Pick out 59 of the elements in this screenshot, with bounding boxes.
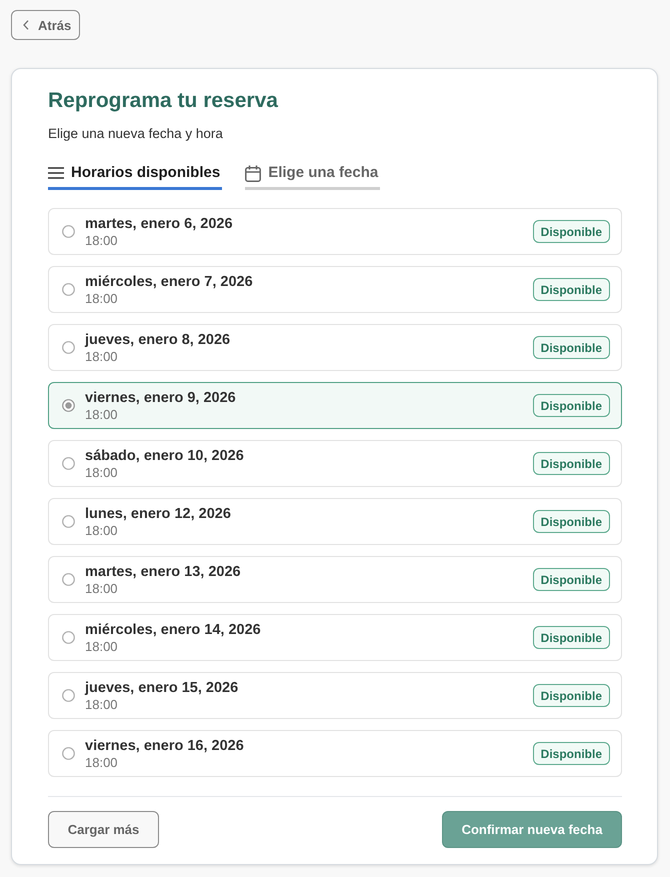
availability-badge: Disponible <box>532 394 610 417</box>
page-title: Reprograma tu reserva <box>48 88 278 113</box>
slot-time: 18:00 <box>85 232 118 248</box>
slot-time: 18:00 <box>85 580 118 596</box>
time-slot-option[interactable]: viernes, enero 16, 2026 18:00 Disponible <box>48 730 622 777</box>
slot-date: miércoles, enero 7, 2026 <box>85 274 253 290</box>
time-slot-option[interactable]: miércoles, enero 7, 2026 18:00 Disponible <box>48 266 622 313</box>
back-button[interactable]: Atrás <box>11 10 80 40</box>
slot-time: 18:00 <box>85 522 118 538</box>
slot-date: viernes, enero 9, 2026 <box>85 390 236 406</box>
slot-time: 18:00 <box>85 290 118 306</box>
tab[interactable]: Horarios disponibles <box>48 163 222 190</box>
availability-badge: Disponible <box>532 452 610 475</box>
subtitle-text: Elige una nueva fecha y hora <box>48 125 223 142</box>
radio-button[interactable] <box>62 225 75 238</box>
slot-time: 18:00 <box>85 754 118 770</box>
radio-button[interactable] <box>62 283 75 296</box>
radio-button[interactable] <box>62 515 75 528</box>
slot-date: jueves, enero 8, 2026 <box>85 332 230 348</box>
slot-date: martes, enero 13, 2026 <box>85 564 241 580</box>
calendar-icon <box>245 164 262 182</box>
time-slot-option[interactable]: jueves, enero 8, 2026 18:00 Disponible <box>48 324 622 371</box>
radio-button[interactable] <box>62 341 75 354</box>
time-slot-option[interactable]: lunes, enero 12, 2026 18:00 Disponible <box>48 498 622 545</box>
slot-time: 18:00 <box>85 348 118 364</box>
radio-button[interactable] <box>62 457 75 470</box>
slot-date: sábado, enero 10, 2026 <box>85 448 244 464</box>
slot-date: martes, enero 6, 2026 <box>85 216 233 232</box>
slot-time: 18:00 <box>85 464 118 480</box>
radio-button[interactable] <box>62 399 75 412</box>
radio-button[interactable] <box>62 631 75 644</box>
time-slot-option[interactable]: sábado, enero 10, 2026 18:00 Disponible <box>48 440 622 487</box>
chevron-left-icon <box>23 20 29 30</box>
time-slot-option[interactable]: martes, enero 6, 2026 18:00 Disponible <box>48 208 622 255</box>
availability-badge: Disponible <box>532 742 610 765</box>
slot-time: 18:00 <box>85 696 118 712</box>
availability-badge: Disponible <box>532 336 610 359</box>
load-more-button[interactable]: Cargar más <box>48 811 159 848</box>
slot-date: miércoles, enero 14, 2026 <box>85 622 261 638</box>
slot-time: 18:00 <box>85 406 118 422</box>
time-slot-option[interactable]: jueves, enero 15, 2026 18:00 Disponible <box>48 672 622 719</box>
slot-date: viernes, enero 16, 2026 <box>85 738 244 754</box>
slot-date: jueves, enero 15, 2026 <box>85 680 238 696</box>
time-slot-option[interactable]: martes, enero 13, 2026 18:00 Disponible <box>48 556 622 603</box>
radio-button[interactable] <box>62 573 75 586</box>
radio-button[interactable] <box>62 689 75 702</box>
slot-date: lunes, enero 12, 2026 <box>85 506 231 522</box>
time-slot-option[interactable]: miércoles, enero 14, 2026 18:00 Disponible <box>48 614 622 661</box>
list-icon <box>48 167 64 179</box>
availability-badge: Disponible <box>532 220 610 243</box>
availability-badge: Disponible <box>532 278 610 301</box>
radio-button[interactable] <box>62 747 75 760</box>
availability-badge: Disponible <box>532 568 610 591</box>
availability-badge: Disponible <box>532 626 610 649</box>
slot-time: 18:00 <box>85 638 118 654</box>
time-slot-option[interactable]: viernes, enero 9, 2026 18:00 Disponible <box>48 382 622 429</box>
availability-badge: Disponible <box>532 510 610 533</box>
tab[interactable]: Elige una fecha <box>245 163 380 190</box>
availability-badge: Disponible <box>532 684 610 707</box>
